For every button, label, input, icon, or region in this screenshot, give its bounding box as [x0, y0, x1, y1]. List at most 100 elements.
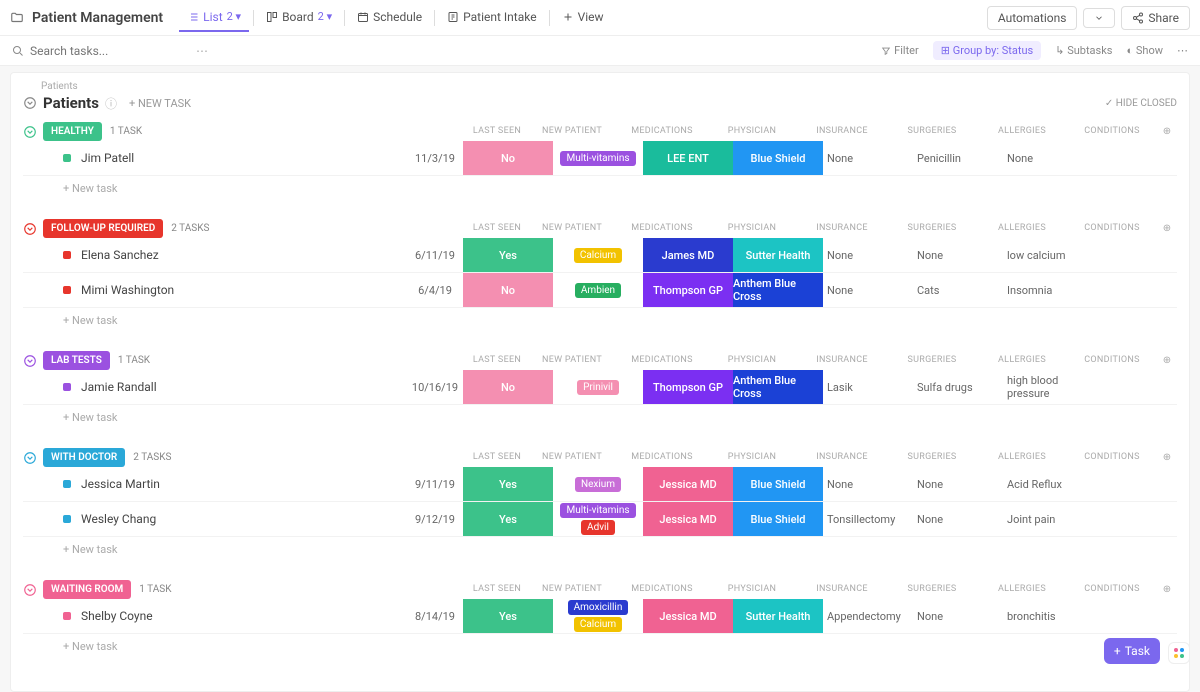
new-task-row[interactable]: + New task	[23, 308, 1177, 333]
last-seen-cell[interactable]: 6/4/19	[403, 273, 463, 307]
view-tab-schedule[interactable]: Schedule	[349, 4, 430, 32]
table-row[interactable]: Jessica Martin 9/11/19 Yes Nexium Jessic…	[23, 467, 1177, 502]
view-tab-list[interactable]: List2 ▾	[179, 4, 249, 32]
view-tab-board[interactable]: Board2 ▾	[258, 4, 340, 32]
new-patient-cell[interactable]: Yes	[463, 238, 553, 272]
table-row[interactable]: Mimi Washington 6/4/19 No Ambien Thompso…	[23, 273, 1177, 308]
collapse-icon[interactable]	[23, 451, 37, 465]
physician-cell[interactable]: Jessica MD	[643, 467, 733, 501]
allergies-cell[interactable]: Cats	[913, 273, 1003, 307]
show-button[interactable]: ◐ Show	[1126, 44, 1163, 57]
last-seen-cell[interactable]: 6/11/19	[403, 238, 463, 272]
insurance-cell[interactable]: Blue Shield	[733, 467, 823, 501]
new-patient-cell[interactable]: No	[463, 370, 553, 404]
medication-pill[interactable]: Calcium	[574, 617, 622, 632]
column-header[interactable]: PHYSICIAN	[707, 126, 797, 137]
column-header[interactable]: ALLERGIES	[977, 223, 1067, 234]
column-header[interactable]: SURGERIES	[887, 355, 977, 366]
surgeries-cell[interactable]: Appendectomy	[823, 599, 913, 633]
medications-cell[interactable]: Nexium	[553, 467, 643, 501]
collapse-icon[interactable]	[23, 354, 37, 368]
column-header[interactable]: LAST SEEN	[467, 223, 527, 234]
subtasks-button[interactable]: ↳ Subtasks	[1055, 44, 1112, 57]
add-column-icon[interactable]: ⊕	[1157, 355, 1177, 366]
folder-icon[interactable]	[10, 11, 24, 25]
breadcrumb[interactable]: Patients	[41, 81, 1177, 92]
allergies-cell[interactable]: None	[913, 238, 1003, 272]
add-column-icon[interactable]: ⊕	[1157, 584, 1177, 595]
groupby-button[interactable]: ⊞ Group by: Status	[933, 41, 1041, 60]
column-header[interactable]: NEW PATIENT	[527, 126, 617, 137]
collapse-icon[interactable]	[23, 583, 37, 597]
automations-dropdown[interactable]	[1083, 8, 1115, 28]
physician-cell[interactable]: James MD	[643, 238, 733, 272]
task-name[interactable]: Jessica Martin	[23, 467, 403, 501]
column-header[interactable]: INSURANCE	[797, 126, 887, 137]
search-input[interactable]	[30, 44, 190, 58]
new-patient-cell[interactable]: Yes	[463, 467, 553, 501]
column-header[interactable]: CONDITIONS	[1067, 355, 1157, 366]
insurance-cell[interactable]: Sutter Health	[733, 599, 823, 633]
medications-cell[interactable]: AmoxicillinCalcium	[553, 599, 643, 633]
column-header[interactable]: ALLERGIES	[977, 584, 1067, 595]
view-tab-view[interactable]: View	[554, 4, 612, 32]
medications-cell[interactable]: Multi-vitaminsAdvil	[553, 502, 643, 536]
new-patient-cell[interactable]: Yes	[463, 502, 553, 536]
status-badge[interactable]: FOLLOW-UP REQUIRED	[43, 219, 163, 238]
allergies-cell[interactable]: None	[913, 502, 1003, 536]
column-header[interactable]: CONDITIONS	[1067, 584, 1157, 595]
physician-cell[interactable]: LEE ENT	[643, 141, 733, 175]
task-name[interactable]: Elena Sanchez	[23, 238, 403, 272]
medication-pill[interactable]: Calcium	[574, 248, 622, 263]
task-name[interactable]: Jim Patell	[23, 141, 403, 175]
table-row[interactable]: Jamie Randall 10/16/19 No Prinivil Thomp…	[23, 370, 1177, 405]
medications-cell[interactable]: Multi-vitamins	[553, 141, 643, 175]
new-task-row[interactable]: + New task	[23, 176, 1177, 201]
conditions-cell[interactable]: bronchitis	[1003, 599, 1093, 633]
column-header[interactable]: CONDITIONS	[1067, 452, 1157, 463]
column-header[interactable]: NEW PATIENT	[527, 452, 617, 463]
column-header[interactable]: CONDITIONS	[1067, 126, 1157, 137]
medication-pill[interactable]: Multi-vitamins	[560, 151, 635, 166]
column-header[interactable]: MEDICATIONS	[617, 355, 707, 366]
table-row[interactable]: Jim Patell 11/3/19 No Multi-vitamins LEE…	[23, 141, 1177, 176]
new-task-fab[interactable]: + Task	[1104, 638, 1160, 664]
more-icon[interactable]: ⋯	[196, 44, 208, 58]
new-task-link[interactable]: + NEW TASK	[129, 97, 191, 110]
collapse-icon[interactable]	[23, 125, 37, 139]
collapse-icon[interactable]	[23, 222, 37, 236]
status-badge[interactable]: HEALTHY	[43, 122, 102, 141]
task-name[interactable]: Mimi Washington	[23, 273, 403, 307]
last-seen-cell[interactable]: 9/11/19	[403, 467, 463, 501]
column-header[interactable]: PHYSICIAN	[707, 584, 797, 595]
medication-pill[interactable]: Multi-vitamins	[560, 503, 635, 518]
last-seen-cell[interactable]: 10/16/19	[403, 370, 463, 404]
insurance-cell[interactable]: Sutter Health	[733, 238, 823, 272]
share-button[interactable]: Share	[1121, 6, 1190, 30]
physician-cell[interactable]: Thompson GP	[643, 273, 733, 307]
column-header[interactable]: LAST SEEN	[467, 584, 527, 595]
task-name[interactable]: Shelby Coyne	[23, 599, 403, 633]
status-badge[interactable]: WITH DOCTOR	[43, 448, 125, 467]
task-name[interactable]: Wesley Chang	[23, 502, 403, 536]
task-name[interactable]: Jamie Randall	[23, 370, 403, 404]
column-header[interactable]: LAST SEEN	[467, 355, 527, 366]
column-header[interactable]: NEW PATIENT	[527, 223, 617, 234]
add-column-icon[interactable]: ⊕	[1157, 126, 1177, 137]
column-header[interactable]: ALLERGIES	[977, 126, 1067, 137]
column-header[interactable]: INSURANCE	[797, 584, 887, 595]
column-header[interactable]: SURGERIES	[887, 223, 977, 234]
automations-button[interactable]: Automations	[987, 6, 1078, 30]
table-row[interactable]: Wesley Chang 9/12/19 Yes Multi-vitaminsA…	[23, 502, 1177, 537]
last-seen-cell[interactable]: 11/3/19	[403, 141, 463, 175]
column-header[interactable]: MEDICATIONS	[617, 452, 707, 463]
conditions-cell[interactable]: Insomnia	[1003, 273, 1093, 307]
column-header[interactable]: INSURANCE	[797, 355, 887, 366]
column-header[interactable]: MEDICATIONS	[617, 584, 707, 595]
column-header[interactable]: ALLERGIES	[977, 452, 1067, 463]
view-tab-patient-intake[interactable]: Patient Intake	[439, 4, 544, 32]
hide-closed-button[interactable]: ✓ HIDE CLOSED	[1105, 98, 1177, 109]
last-seen-cell[interactable]: 9/12/19	[403, 502, 463, 536]
status-badge[interactable]: WAITING ROOM	[43, 580, 131, 599]
filter-button[interactable]: Filter	[881, 44, 918, 57]
